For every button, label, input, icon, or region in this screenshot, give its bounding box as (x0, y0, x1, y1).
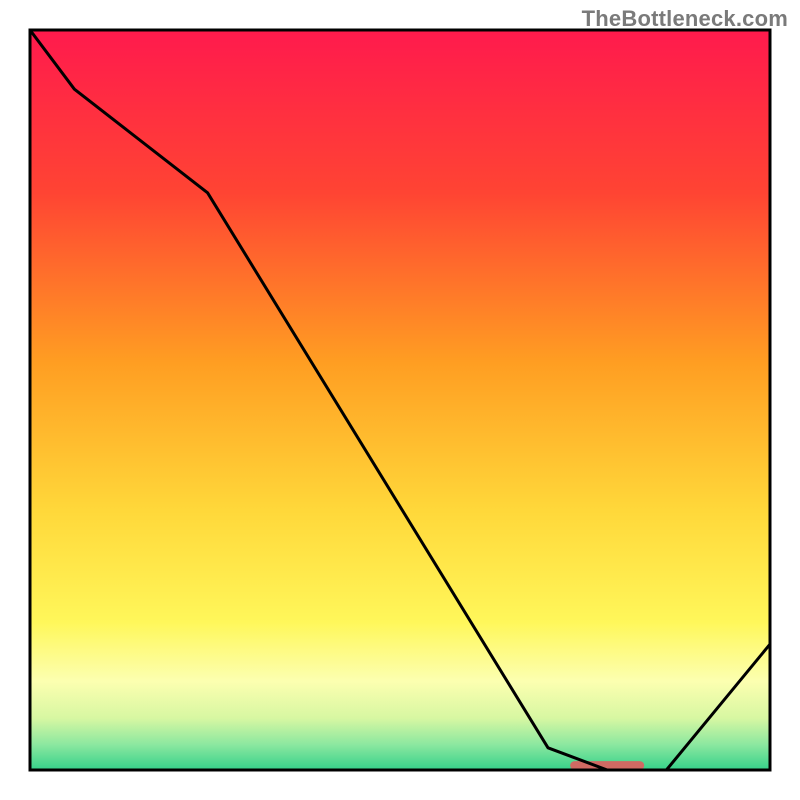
chart-svg (0, 0, 800, 800)
chart-stage: TheBottleneck.com (0, 0, 800, 800)
plot-area (30, 30, 770, 770)
